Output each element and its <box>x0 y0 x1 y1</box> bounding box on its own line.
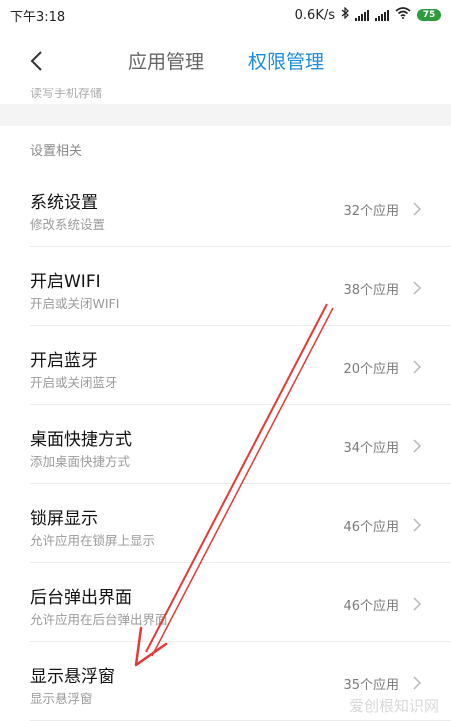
item-count: 35个应用 <box>343 678 399 693</box>
list-item[interactable]: 开启蓝牙 开启或关闭蓝牙 20个应用 <box>0 326 451 405</box>
list-item[interactable]: 桌面快捷方式 添加桌面快捷方式 34个应用 <box>0 405 451 484</box>
chevron-right-icon <box>413 281 422 295</box>
item-count: 38个应用 <box>343 283 399 298</box>
item-count: 46个应用 <box>343 520 399 535</box>
item-title: 开启WIFI <box>30 272 101 292</box>
item-title: 后台弹出界面 <box>30 588 132 608</box>
chevron-right-icon <box>413 360 422 374</box>
chevron-right-icon <box>413 518 422 532</box>
signal-icon-2 <box>375 9 389 21</box>
battery-icon: 75 <box>417 9 441 21</box>
bluetooth-icon <box>341 6 349 23</box>
list-item[interactable]: 开启WIFI 开启或关闭WIFI 38个应用 <box>0 247 451 326</box>
list-item[interactable]: 系统设置 修改系统设置 32个应用 <box>0 168 451 247</box>
partial-list-item[interactable]: 读写手机存储 <box>0 88 451 102</box>
section-divider <box>0 104 451 126</box>
item-title: 显示悬浮窗 <box>30 667 115 687</box>
item-count: 32个应用 <box>343 204 399 219</box>
back-arrow-icon <box>30 51 42 71</box>
item-title: 开启蓝牙 <box>30 351 98 371</box>
tab-permission-manage[interactable]: 权限管理 <box>248 50 324 74</box>
item-title: 桌面快捷方式 <box>30 430 132 450</box>
permission-list: 系统设置 修改系统设置 32个应用 开启WIFI 开启或关闭WIFI 38个应用… <box>0 168 451 721</box>
status-time: 下午3:18 <box>10 9 66 25</box>
item-subtitle: 开启或关闭蓝牙 <box>30 375 118 390</box>
chevron-right-icon <box>413 597 422 611</box>
item-count: 46个应用 <box>343 599 399 614</box>
partial-row-subtitle: 读写手机存储 <box>30 88 103 100</box>
item-title: 锁屏显示 <box>30 509 98 529</box>
item-count: 34个应用 <box>343 441 399 456</box>
item-count: 20个应用 <box>343 362 399 377</box>
item-subtitle: 添加桌面快捷方式 <box>30 454 131 469</box>
chevron-right-icon <box>413 676 422 690</box>
wifi-icon <box>395 7 411 23</box>
item-subtitle: 开启或关闭WIFI <box>30 296 120 311</box>
item-subtitle: 显示悬浮窗 <box>30 691 93 706</box>
status-icons: 0.6K/s 75 <box>294 6 441 23</box>
item-subtitle: 修改系统设置 <box>30 217 106 232</box>
status-bar: 下午3:18 0.6K/s 75 <box>0 0 451 30</box>
list-item[interactable]: 后台弹出界面 允许应用在后台弹出界面 46个应用 <box>0 563 451 642</box>
item-subtitle: 允许应用在后台弹出界面 <box>30 612 168 627</box>
item-title: 系统设置 <box>30 193 98 213</box>
list-item[interactable]: 锁屏显示 允许应用在锁屏上显示 46个应用 <box>0 484 451 563</box>
item-subtitle: 允许应用在锁屏上显示 <box>30 533 156 548</box>
network-speed: 0.6K/s <box>294 7 335 23</box>
section-header: 设置相关 <box>30 144 83 159</box>
back-button[interactable] <box>22 47 50 75</box>
watermark: 爱创根知识网 <box>348 697 439 715</box>
chevron-right-icon <box>413 202 422 216</box>
signal-icon <box>355 9 369 21</box>
chevron-right-icon <box>413 439 422 453</box>
tab-app-manage[interactable]: 应用管理 <box>128 50 204 74</box>
header: 应用管理 权限管理 <box>0 30 451 92</box>
